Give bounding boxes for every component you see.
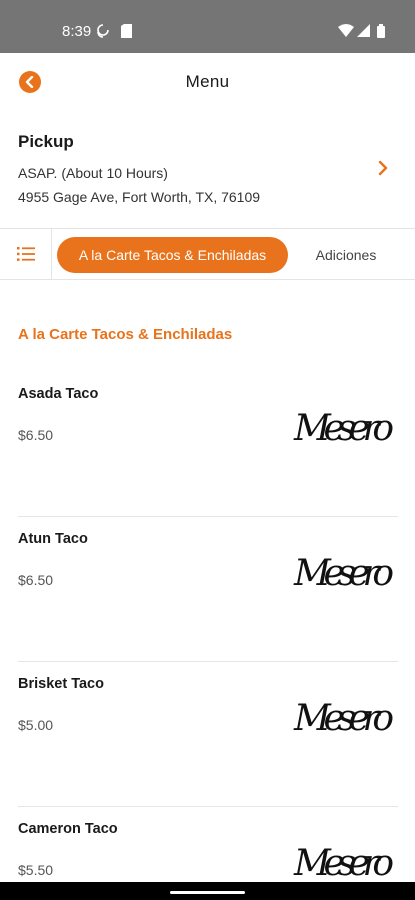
sync-icon: [97, 24, 109, 43]
status-time: 8:39: [62, 23, 92, 40]
battery-icon: [377, 24, 385, 43]
item-name: Brisket Taco: [18, 676, 104, 692]
home-handle[interactable]: [170, 891, 245, 894]
sim-card-icon: [121, 24, 132, 43]
item-price: $6.50: [18, 427, 54, 443]
item-name: Asada Taco: [18, 386, 99, 402]
item-image: Mesero: [293, 843, 394, 882]
item-image-logo: Mesero: [293, 698, 394, 739]
item-image-logo: Mesero: [293, 408, 394, 449]
signal-icon: [357, 24, 370, 42]
item-image-logo: Mesero: [293, 553, 394, 594]
pickup-time: ASAP. (About 10 Hours): [18, 165, 168, 181]
item-price: $5.00: [18, 717, 54, 733]
page-title: Menu: [185, 72, 230, 91]
section-title: A la Carte Tacos & Enchiladas: [18, 326, 233, 343]
item-image: Mesero: [293, 408, 394, 449]
item-image-logo: Mesero: [293, 843, 394, 882]
app-bar: Menu: [0, 53, 415, 109]
item-name: Atun Taco: [18, 531, 88, 547]
system-nav-bar: [0, 882, 415, 900]
list-icon: [16, 247, 35, 261]
item-price: $5.50: [18, 862, 54, 878]
item-image: Mesero: [293, 553, 394, 594]
item-name: Cameron Taco: [18, 821, 118, 837]
status-bar: 8:39: [0, 0, 415, 53]
pickup-heading: Pickup: [18, 132, 74, 151]
menu-item[interactable]: Cameron Taco $5.50 Mesero: [0, 807, 415, 882]
menu-item[interactable]: Atun Taco $6.50 Mesero: [0, 517, 415, 662]
pickup-address: 4955 Gage Ave, Fort Worth, TX, 76109: [18, 189, 261, 205]
item-image: Mesero: [293, 698, 394, 739]
item-price: $6.50: [18, 572, 54, 588]
category-list-button[interactable]: [0, 229, 52, 279]
pickup-section[interactable]: Pickup ASAP. (About 10 Hours) 4955 Gage …: [0, 120, 415, 226]
tab-adiciones[interactable]: Adiciones: [300, 237, 392, 273]
category-bar: A la Carte Tacos & Enchiladas Adiciones: [0, 228, 415, 280]
menu-item[interactable]: Asada Taco $6.50 Mesero: [0, 372, 415, 517]
menu-item[interactable]: Brisket Taco $5.00 Mesero: [0, 662, 415, 807]
wifi-icon: [338, 24, 354, 42]
tab-a-la-carte[interactable]: A la Carte Tacos & Enchiladas: [57, 237, 288, 273]
chevron-right-icon[interactable]: [378, 160, 388, 181]
